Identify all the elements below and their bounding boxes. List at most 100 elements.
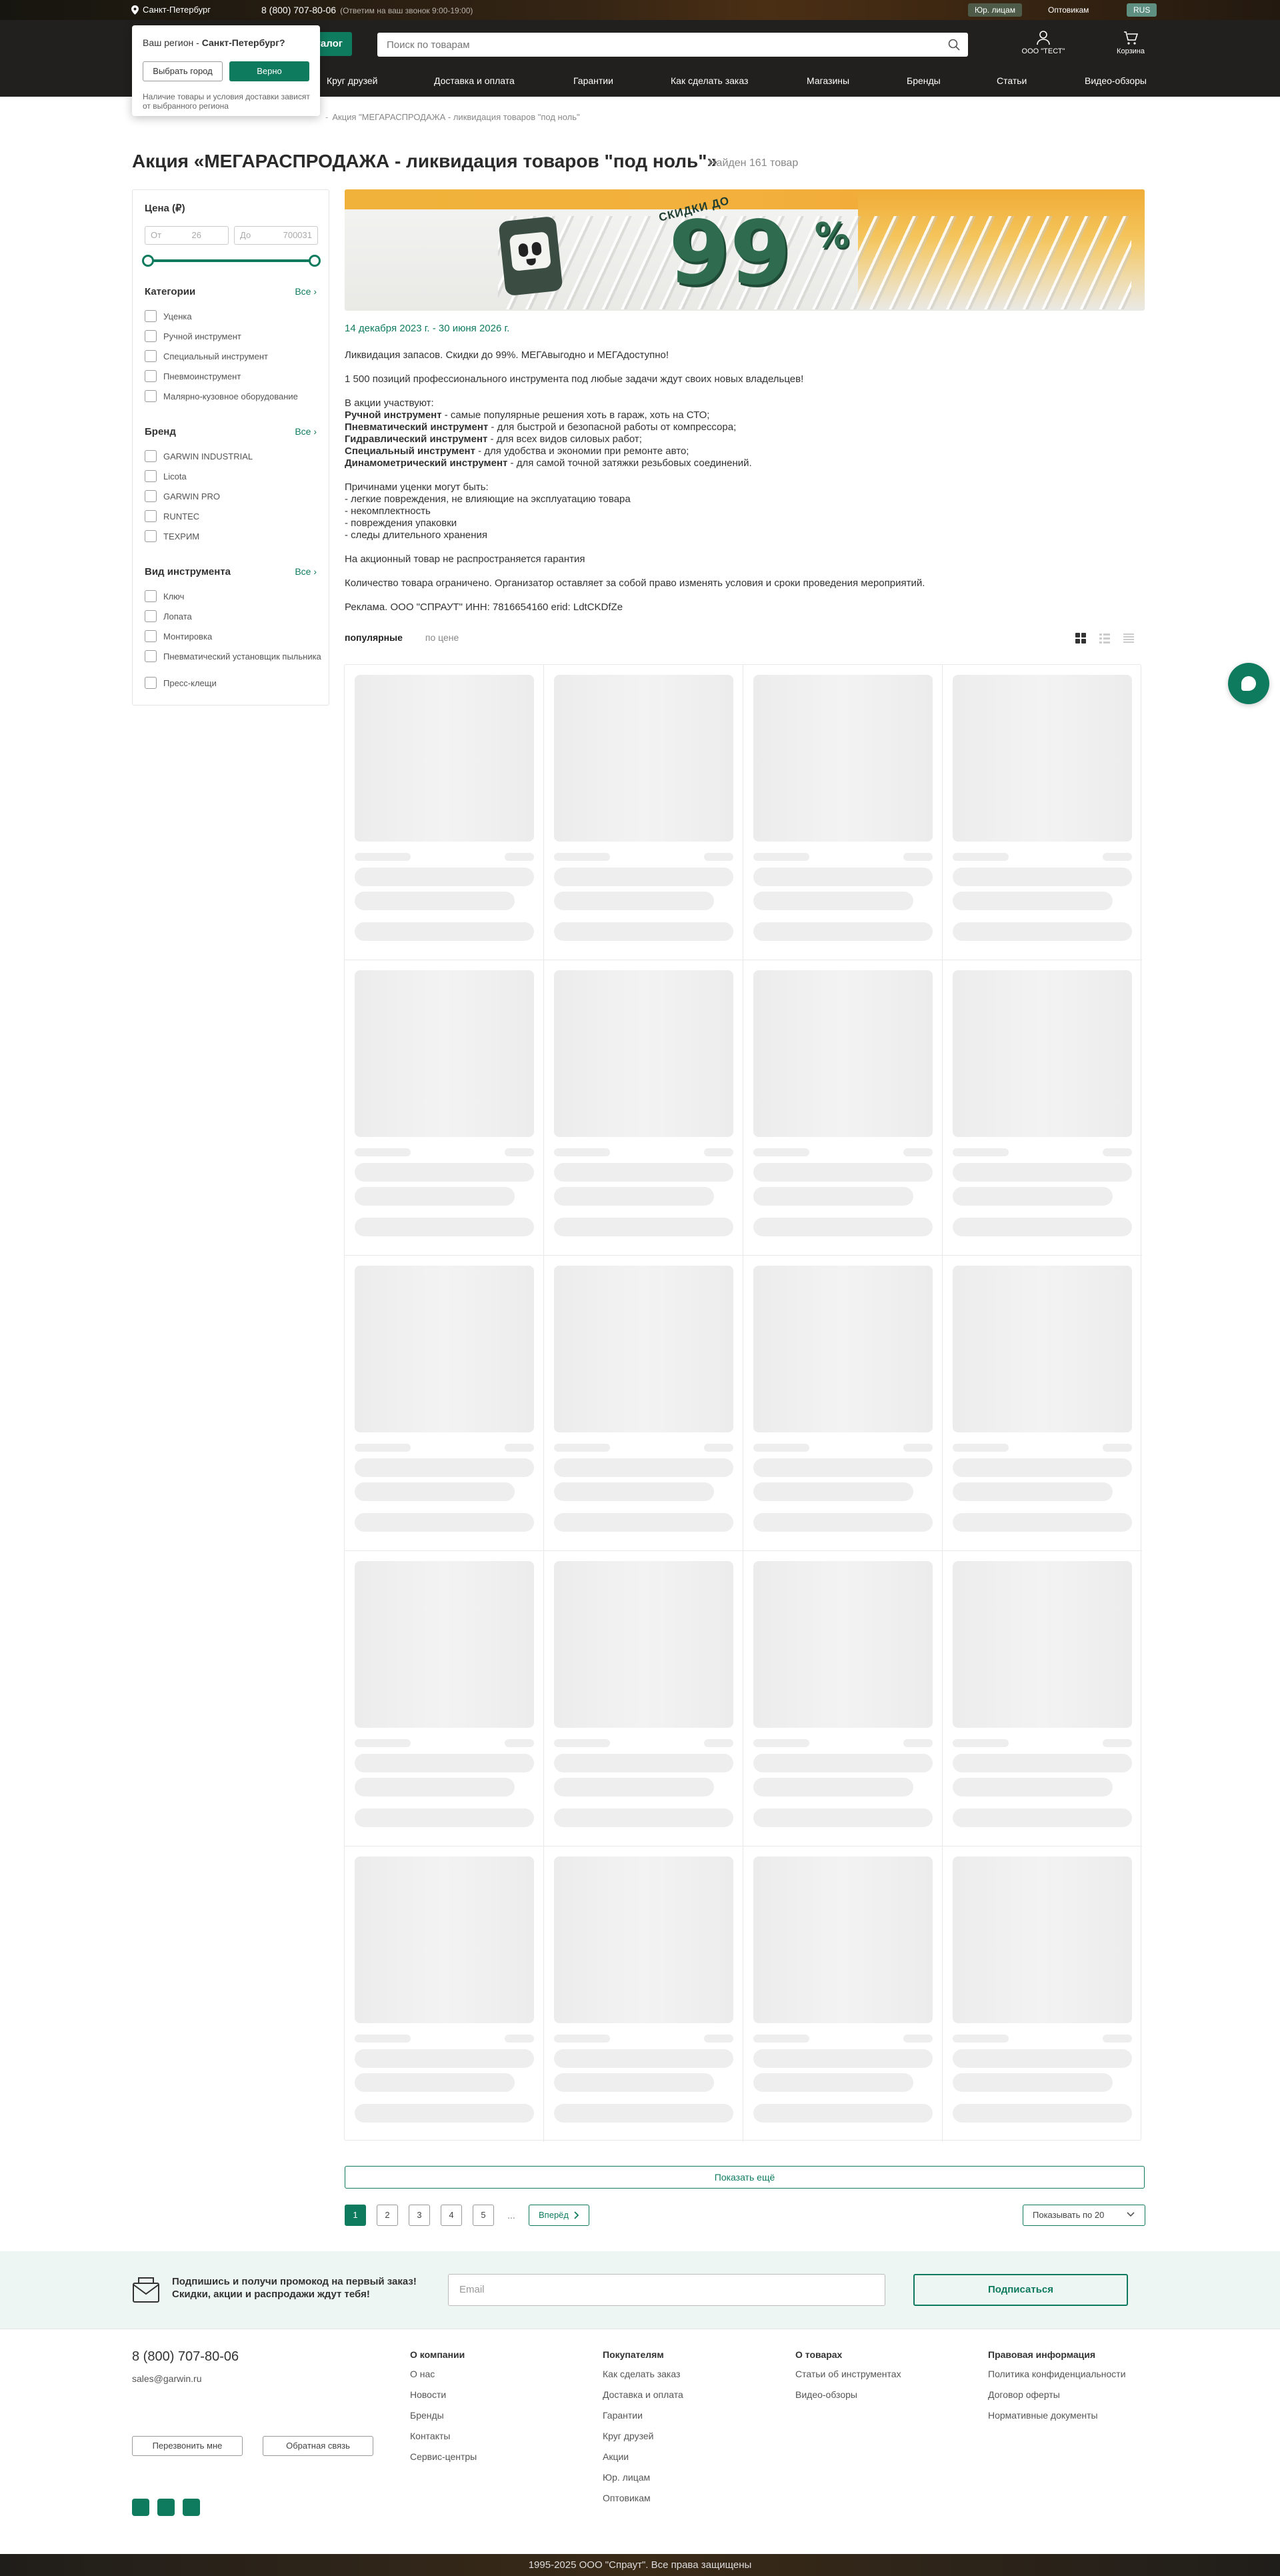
choose-city-button[interactable]: Выбрать город — [143, 61, 223, 81]
sort-price[interactable]: по цене — [425, 632, 459, 643]
price-slider[interactable] — [142, 255, 321, 267]
filter-option[interactable]: Пневмоинструмент — [145, 370, 325, 390]
checkbox[interactable] — [145, 370, 157, 382]
list-view-icon[interactable] — [1099, 632, 1111, 646]
chat-widget-button[interactable] — [1228, 663, 1269, 704]
footer-link[interactable]: Статьи об инструментах — [795, 2368, 901, 2380]
footer-email[interactable]: sales@garwin.ru — [132, 2373, 201, 2384]
filter-option[interactable]: Малярно-кузовное оборудование — [145, 390, 325, 410]
brand-all-link[interactable]: Все › — [295, 426, 317, 437]
checkbox[interactable] — [145, 650, 157, 662]
checkbox[interactable] — [145, 310, 157, 322]
nav-item-guarantee[interactable]: Гарантии — [573, 75, 613, 86]
filter-option[interactable]: Уценка — [145, 310, 325, 330]
sort-popular[interactable]: популярные — [345, 632, 403, 643]
callback-button[interactable]: Перезвонить мне — [132, 2436, 243, 2456]
footer-link[interactable]: Акции — [603, 2451, 683, 2463]
filter-option[interactable]: Licota — [145, 470, 325, 490]
vk-icon[interactable] — [132, 2499, 149, 2516]
footer-link[interactable]: Контакты — [410, 2430, 477, 2442]
next-page-button[interactable]: Вперёд — [529, 2205, 589, 2226]
grid-view-icon[interactable] — [1075, 632, 1087, 646]
footer-link[interactable]: Новости — [410, 2389, 477, 2401]
filter-option[interactable]: Пневматический установщик пыльника — [145, 650, 325, 677]
page-button[interactable]: 1 — [345, 2205, 366, 2226]
page-button[interactable]: 3 — [409, 2205, 430, 2226]
filter-option[interactable]: ТЕХРИМ — [145, 530, 325, 550]
product-card-placeholder — [544, 1256, 743, 1551]
filter-option[interactable]: GARWIN PRO — [145, 490, 325, 510]
footer-link[interactable]: О нас — [410, 2368, 477, 2380]
search-input[interactable] — [377, 33, 924, 57]
search-icon[interactable] — [948, 39, 960, 53]
account-link[interactable]: ООО "ТЕСТ" — [1020, 31, 1067, 55]
nav-item-articles[interactable]: Статьи — [997, 75, 1027, 86]
checkbox[interactable] — [145, 510, 157, 522]
checkbox[interactable] — [145, 330, 157, 342]
checkbox[interactable] — [145, 470, 157, 482]
price-slider-max-handle[interactable] — [309, 255, 321, 267]
filter-option[interactable]: Лопата — [145, 610, 325, 630]
footer-link[interactable]: Договор оферты — [988, 2389, 1128, 2401]
subscribe-button[interactable]: Подписаться — [913, 2274, 1128, 2306]
footer-link[interactable]: Политика конфиденциальности — [988, 2368, 1128, 2380]
filter-option[interactable]: Ручной инструмент — [145, 330, 325, 350]
language-switch[interactable]: RUS — [1127, 3, 1157, 17]
phone-number[interactable]: 8 (800) 707-80-06 — [261, 5, 336, 15]
city-selector[interactable]: Санкт-Петербург — [131, 5, 211, 15]
show-more-button[interactable]: Показать ещё — [345, 2166, 1145, 2189]
footer-link[interactable]: Нормативные документы — [988, 2409, 1128, 2421]
opt-link[interactable]: Оптовикам — [1041, 3, 1095, 17]
feedback-button[interactable]: Обратная связь — [263, 2436, 373, 2456]
filter-option[interactable]: Специальный инструмент — [145, 350, 325, 370]
filter-option[interactable]: Пресс-клещи — [145, 677, 325, 697]
checkbox[interactable] — [145, 630, 157, 642]
youtube-icon[interactable] — [183, 2499, 200, 2516]
checkbox[interactable] — [145, 590, 157, 602]
nav-item-brands[interactable]: Бренды — [907, 75, 941, 86]
checkbox[interactable] — [145, 610, 157, 622]
footer-link[interactable]: Оптовикам — [603, 2492, 683, 2504]
filter-option[interactable]: GARWIN INDUSTRIAL — [145, 450, 325, 470]
page-button[interactable]: 4 — [441, 2205, 462, 2226]
categories-all-link[interactable]: Все › — [295, 286, 317, 297]
footer-link[interactable]: Юр. лицам — [603, 2471, 683, 2483]
price-from-input[interactable]: От 26 — [145, 226, 229, 245]
nav-item-videos[interactable]: Видео-обзоры — [1085, 75, 1147, 86]
header-phone[interactable]: 8 (800) 707-80-06 (Ответим на ваш звонок … — [261, 5, 473, 15]
footer-link[interactable]: Гарантии — [603, 2409, 683, 2421]
price-to-input[interactable]: До 700031 — [234, 226, 318, 245]
nav-item-delivery[interactable]: Доставка и оплата — [434, 75, 515, 86]
filter-option[interactable]: Ключ — [145, 590, 325, 610]
page-button[interactable]: 5 — [473, 2205, 494, 2226]
checkbox[interactable] — [145, 350, 157, 362]
cart-link[interactable]: Корзина — [1111, 31, 1151, 55]
checkbox[interactable] — [145, 450, 157, 462]
telegram-icon[interactable] — [157, 2499, 175, 2516]
footer-link[interactable]: Сервис-центры — [410, 2451, 477, 2463]
footer-link[interactable]: Доставка и оплата — [603, 2389, 683, 2401]
footer-phone[interactable]: 8 (800) 707-80-06 — [132, 2349, 239, 2365]
filter-option[interactable]: Монтировка — [145, 630, 325, 650]
nav-item-friends[interactable]: Круг друзей — [327, 75, 377, 86]
footer-link[interactable]: Бренды — [410, 2409, 477, 2421]
checkbox[interactable] — [145, 490, 157, 502]
nav-item-how-to-order[interactable]: Как сделать заказ — [671, 75, 748, 86]
filter-option[interactable]: RUNTEC — [145, 510, 325, 530]
checkbox[interactable] — [145, 530, 157, 542]
per-page-select[interactable]: Показывать по 20 — [1023, 2205, 1145, 2226]
tool-type-all-link[interactable]: Все › — [295, 566, 317, 577]
footer-link[interactable]: Как сделать заказ — [603, 2368, 683, 2380]
footer-link[interactable]: Круг друзей — [603, 2430, 683, 2442]
confirm-city-button[interactable]: Верно — [229, 61, 309, 81]
subscribe-email-field[interactable]: Email — [448, 2274, 885, 2306]
ur-link[interactable]: Юр. лицам — [968, 3, 1022, 17]
checkbox[interactable] — [145, 677, 157, 689]
price-slider-min-handle[interactable] — [142, 255, 154, 267]
footer-link[interactable]: Видео-обзоры — [795, 2389, 901, 2401]
checkbox[interactable] — [145, 390, 157, 402]
page-button[interactable]: 2 — [377, 2205, 398, 2226]
breadcrumb-current: Акция "МЕГАРАСПРОДАЖА - ликвидация товар… — [332, 112, 580, 122]
nav-item-shops[interactable]: Магазины — [807, 75, 849, 86]
compact-view-icon[interactable] — [1123, 632, 1135, 646]
